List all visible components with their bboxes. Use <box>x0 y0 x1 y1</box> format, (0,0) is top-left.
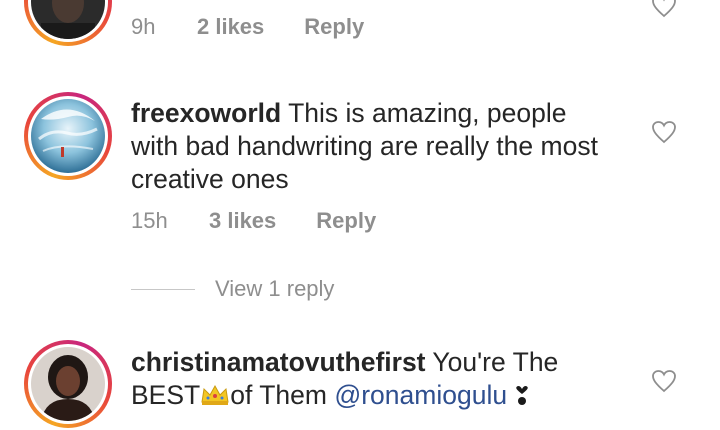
story-ring-avatar[interactable] <box>24 340 112 428</box>
avatar-border <box>28 96 108 176</box>
heart-icon[interactable] <box>651 120 677 144</box>
comment-username[interactable]: christinamatovuthefirst <box>131 347 426 377</box>
comment-time: 15h <box>131 208 168 233</box>
story-ring-avatar[interactable] <box>24 92 112 180</box>
comment-text-line: This is amazing, people <box>288 98 567 128</box>
comment-text: of Them <box>230 380 327 410</box>
comment-meta: 15h 3 likes Reply <box>131 208 376 234</box>
comment-body: freexoworld This is amazing, people with… <box>131 97 651 196</box>
avatar-border <box>28 344 108 424</box>
avatar[interactable] <box>31 347 105 421</box>
comment-body: christinamatovuthefirst You're The BEST o… <box>131 346 651 412</box>
divider-line <box>131 288 195 290</box>
user-photo-icon <box>31 0 105 39</box>
user-mention-link[interactable]: @ronamiogulu <box>334 380 507 410</box>
reply-button[interactable]: Reply <box>316 208 376 234</box>
reply-button[interactable]: Reply <box>304 14 364 40</box>
comment-text: BEST <box>131 380 201 410</box>
user-photo-icon <box>31 347 105 421</box>
view-replies-button[interactable]: View 1 reply <box>131 276 334 302</box>
avatar[interactable] <box>31 99 105 173</box>
heart-icon[interactable] <box>651 0 677 18</box>
comment-text-line: creative ones <box>131 164 289 194</box>
comment-text: You're The <box>432 347 559 377</box>
view-replies-label[interactable]: View 1 reply <box>215 276 334 302</box>
avatar-border <box>28 0 108 42</box>
comment-time: 9h <box>131 14 156 39</box>
crown-emoji-icon <box>200 381 230 405</box>
comment-likes[interactable]: 3 likes <box>209 208 276 234</box>
heart-icon[interactable] <box>651 369 677 393</box>
story-ring-avatar[interactable] <box>24 0 112 46</box>
illustration-avatar-icon <box>31 99 105 173</box>
comment-meta: 9h 2 likes Reply <box>131 14 364 40</box>
avatar[interactable] <box>31 0 105 39</box>
comment-text-line: with bad handwriting are really the most <box>131 131 598 161</box>
heart-exclamation-emoji-icon <box>514 382 530 405</box>
comment-username[interactable]: freexoworld <box>131 98 281 128</box>
comment-likes[interactable]: 2 likes <box>197 14 264 40</box>
